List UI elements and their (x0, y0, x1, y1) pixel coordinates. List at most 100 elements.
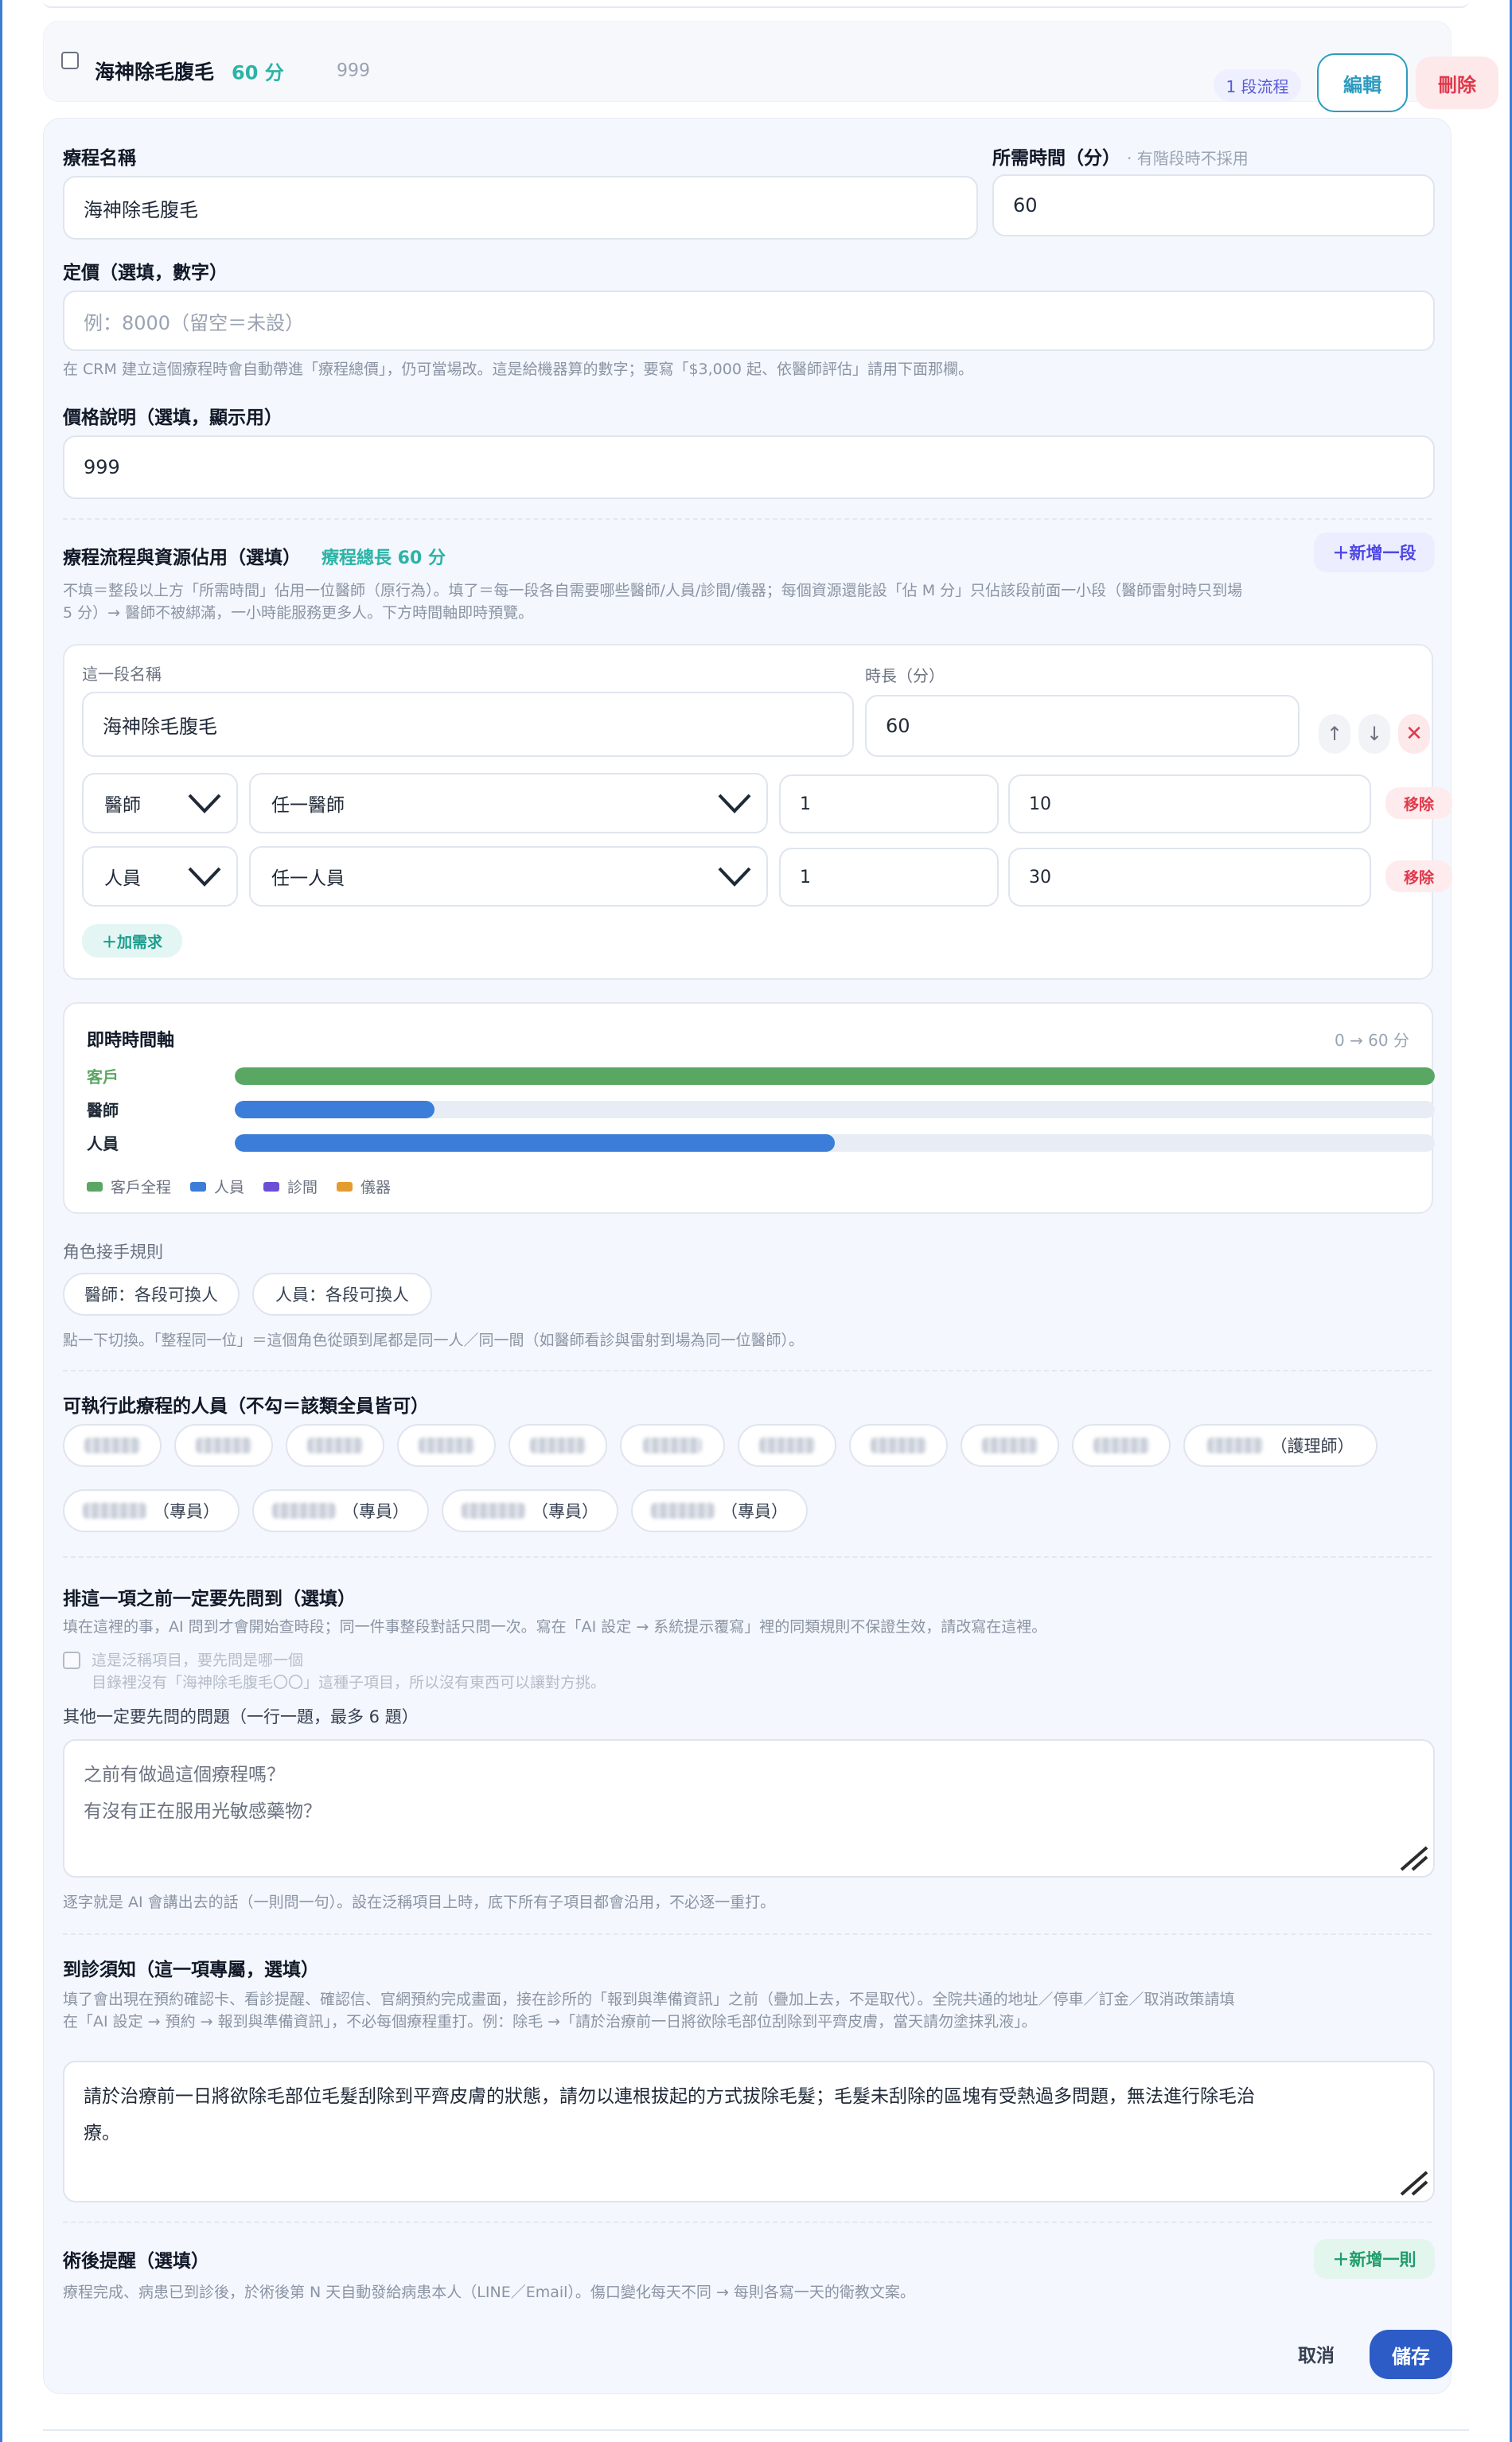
staff-role: （專員） (153, 1502, 220, 1521)
timeline-label-doctor: 醫師 (87, 1101, 119, 1120)
handoff-chip-staff[interactable]: 人員：各段可換人 (252, 1273, 432, 1316)
req-who-select[interactable]: 任一醫師 (249, 773, 768, 833)
timeline-label-client: 客戶 (87, 1067, 119, 1086)
chevron-down-icon (188, 867, 221, 887)
price-desc-label: 價格說明（選填，顯示用） (63, 408, 283, 428)
req-who-select[interactable]: 任一人員 (249, 846, 768, 907)
segment-name-input[interactable]: 海神除毛腹毛 (82, 692, 854, 757)
staff-title: 可執行此療程的人員（不勾＝該類全員皆可） (63, 1396, 429, 1417)
redacted-name (643, 1438, 702, 1453)
segment-duration-input[interactable]: 60 (865, 695, 1300, 757)
move-up-button[interactable]: ↑ (1319, 714, 1350, 754)
redacted-name (419, 1438, 474, 1453)
staff-chip[interactable] (63, 1424, 162, 1467)
next-row-edge (43, 2429, 1469, 2431)
redacted-name (462, 1503, 525, 1519)
handoff-title: 角色接手規則 (63, 1242, 163, 1262)
delete-button[interactable]: 刪除 (1416, 57, 1498, 109)
step-count-badge: 1 段流程 (1214, 69, 1301, 101)
flow-help-1: 不填＝整段以上方「所需時間」佔用一位醫師（原行為）。填了＝每一段各自需要哪些醫師… (63, 582, 1243, 599)
staff-chip[interactable]: （專員） (252, 1489, 429, 1532)
add-aftercare-button[interactable]: ＋新增一則 (1314, 2239, 1435, 2279)
redacted-name (83, 1503, 146, 1519)
legend-label: 儀器 (360, 1179, 392, 1196)
legend-label: 客戶全程 (111, 1179, 172, 1196)
resize-grip-icon[interactable] (1397, 2167, 1428, 2196)
req-minutes-input[interactable]: 30 (1008, 848, 1371, 907)
staff-chip[interactable] (1072, 1424, 1171, 1467)
notice-title: 到診須知（這一項專屬，選填） (63, 1960, 319, 1980)
time-label: 所需時間（分） · 有階段時不採用 (992, 142, 1249, 170)
req-type-select[interactable]: 人員 (82, 846, 238, 907)
redacted-name (982, 1438, 1038, 1453)
legend-label: 診間 (287, 1179, 318, 1196)
row-select-checkbox[interactable] (61, 52, 79, 69)
flow-help-2: 5 分）→ 醫師不被綁滿，一小時能服務更多人。下方時間軸即時預覽。 (63, 604, 534, 622)
name-input[interactable]: 海神除毛腹毛 (63, 176, 978, 240)
staff-chip[interactable]: （護理師） (1183, 1424, 1378, 1467)
staff-chip[interactable]: （專員） (631, 1489, 808, 1532)
staff-chip[interactable]: （專員） (442, 1489, 618, 1532)
req-minutes-input[interactable]: 10 (1008, 774, 1371, 833)
price-input[interactable]: 例：8000（留空＝未設） (63, 291, 1435, 351)
resize-grip-icon[interactable] (1397, 1843, 1428, 1871)
req-count-input[interactable]: 1 (779, 774, 999, 833)
segment-name-label: 這一段名稱 (82, 665, 162, 684)
add-requirement-button[interactable]: ＋加需求 (82, 924, 182, 958)
flow-total: 療程總長 60 分 (321, 548, 446, 568)
generic-item-help: 目錄裡沒有「海神除毛腹毛〇〇」這種子項目，所以沒有東西可以讓對方挑。 (92, 1674, 606, 1691)
arrow-up-icon: ↑ (1326, 723, 1343, 745)
cancel-button[interactable]: 取消 (1280, 2330, 1352, 2378)
row-duration: 60 分 (232, 61, 284, 84)
aftercare-help: 療程完成、病患已到診後，於術後第 N 天自動發給病患本人（LINE／Email）… (63, 2284, 915, 2301)
price-desc-input[interactable]: 999 (63, 435, 1435, 499)
notice-textarea[interactable]: 請於治療前一日將欲除毛部位毛髮刮除到平齊皮膚的狀態，請勿以連根拔起的方式拔除毛髮… (63, 2061, 1435, 2202)
row-price: 999 (337, 60, 370, 81)
remove-requirement-button[interactable]: 移除 (1385, 860, 1452, 892)
timeline-bar-doctor (235, 1101, 435, 1118)
edit-button[interactable]: 編輯 (1317, 53, 1408, 112)
price-help: 在 CRM 建立這個療程時會自動帶進「療程總價」，仍可當場改。這是給機器算的數字… (63, 361, 973, 378)
staff-chip[interactable] (286, 1424, 384, 1467)
redacted-name (871, 1438, 926, 1453)
staff-chip[interactable] (620, 1424, 725, 1467)
questions-footer: 逐字就是 AI 會講出去的話（一則問一句）。設在泛稱項目上時，底下所有子項目都會… (63, 1894, 776, 1911)
staff-chip[interactable] (849, 1424, 948, 1467)
timeline-panel: 即時時間軸 0 → 60 分 客戶 醫師 人員 客戶全程 人員 診間 儀器 (63, 1002, 1435, 1214)
staff-chip[interactable] (961, 1424, 1059, 1467)
staff-chip[interactable] (397, 1424, 496, 1467)
timeline-label-staff: 人員 (87, 1134, 119, 1153)
timeline-title: 即時時間軸 (87, 1031, 175, 1051)
move-down-button[interactable]: ↓ (1358, 714, 1390, 754)
timeline-range: 0 → 60 分 (1334, 1031, 1409, 1050)
add-segment-button[interactable]: ＋新增一段 (1314, 532, 1435, 572)
other-questions-label: 其他一定要先問的問題（一行一題，最多 6 題） (63, 1707, 419, 1726)
divider (63, 1556, 1432, 1558)
handoff-chip-doctor[interactable]: 醫師：各段可換人 (63, 1273, 240, 1316)
treatment-row: 海神除毛腹毛 60 分 999 1 段流程 編輯 刪除 (43, 21, 1498, 112)
remove-requirement-button[interactable]: 移除 (1385, 787, 1452, 819)
timeline-legend: 客戶全程 人員 診間 儀器 (87, 1176, 391, 1197)
time-input[interactable]: 60 (992, 174, 1435, 236)
questions-textarea[interactable]: 之前有做過這個療程嗎？ 有沒有正在服用光敏感藥物？ (63, 1739, 1435, 1878)
save-button[interactable]: 儲存 (1370, 2330, 1452, 2379)
req-type-select[interactable]: 醫師 (82, 773, 238, 833)
remove-segment-button[interactable]: ✕ (1398, 714, 1430, 754)
timeline-bar-staff (235, 1134, 835, 1152)
legend-swatch (263, 1181, 280, 1192)
legend-label: 人員 (214, 1179, 245, 1196)
req-count-input[interactable]: 1 (779, 848, 999, 907)
question-line: 有沒有正在服用光敏感藥物？ (84, 1801, 321, 1822)
close-icon: ✕ (1405, 722, 1423, 746)
staff-chip[interactable]: （專員） (63, 1489, 240, 1532)
staff-chip[interactable] (509, 1424, 607, 1467)
req-type-value: 醫師 (104, 795, 141, 816)
staff-chip[interactable] (174, 1424, 273, 1467)
segment-card: 這一段名稱 時長（分） 海神除毛腹毛 60 ↑ ↓ ✕ 醫師 任一醫師 1 10… (63, 644, 1452, 980)
handoff-help: 點一下切換。「整程同一位」＝這個角色從頭到尾都是同一人／同一間（如醫師看診與雷射… (63, 1332, 805, 1349)
req-type-value: 人員 (104, 868, 141, 889)
staff-chip[interactable] (738, 1424, 836, 1467)
redacted-name (1206, 1438, 1263, 1453)
generic-item-checkbox[interactable] (63, 1652, 80, 1669)
edit-form-card: 療程名稱 所需時間（分） · 有階段時不採用 海神除毛腹毛 60 定價（選填，數… (43, 118, 1452, 2394)
